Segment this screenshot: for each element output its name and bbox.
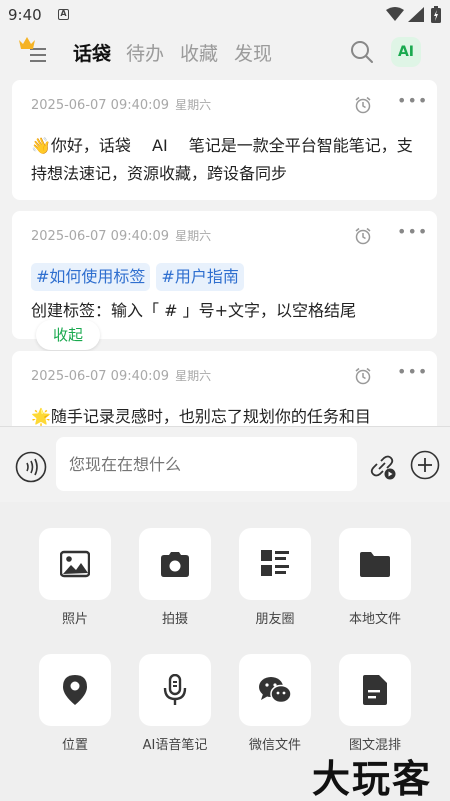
action-label: 本地文件	[348, 612, 401, 627]
action-label: AI语音笔记	[142, 738, 208, 753]
top-bar: 话袋 待办 收藏 发现 AI	[0, 30, 450, 74]
note-meta: 2025-06-07 09:40:09 星期六	[31, 227, 211, 244]
tag-how-to-use[interactable]: #如何使用标签	[31, 263, 151, 291]
note-content: #如何使用标签 #用户指南 创建标签：输入「 # 」号+文字，以空格结尾	[31, 263, 423, 325]
battery-icon	[431, 6, 441, 23]
voice-input-icon[interactable]	[15, 451, 47, 483]
crown-icon	[19, 37, 35, 49]
tab-huadai[interactable]: 话袋	[73, 39, 111, 66]
photo-icon	[60, 550, 90, 578]
note-content: 🌟随手记录灵感时，也别忘了规划你的任务和目	[31, 407, 371, 426]
note-weekday: 星期六	[175, 369, 212, 383]
action-label: 位置	[61, 738, 88, 753]
ai-button[interactable]: AI	[391, 37, 421, 67]
tab-todo[interactable]: 待办	[126, 39, 164, 66]
wifi-icon	[386, 7, 404, 21]
collapse-button[interactable]: 收起	[36, 320, 100, 350]
watermark: 大玩客	[312, 756, 433, 801]
tag-list: #如何使用标签 #用户指南	[31, 263, 423, 291]
note-card[interactable]: 2025-06-07 09:40:09 星期六 ••• 👋你好，话袋 AI 笔记是…	[12, 80, 437, 200]
note-weekday: 星期六	[175, 229, 212, 243]
composer-bar	[0, 426, 450, 502]
status-time: 9:40	[8, 6, 42, 24]
action-wechat-files[interactable]: 微信文件	[225, 654, 325, 753]
note-meta: 2025-06-07 09:40:09 星期六	[31, 367, 211, 384]
notes-feed: 2025-06-07 09:40:09 星期六 ••• 👋你好，话袋 AI 笔记是…	[0, 74, 450, 426]
more-options-icon[interactable]: •••	[397, 364, 428, 380]
location-icon	[63, 675, 87, 705]
note-date: 2025-06-07 09:40:09	[31, 229, 170, 244]
action-ai-voice-note[interactable]: AI语音笔记	[125, 654, 225, 753]
plus-icon[interactable]	[410, 450, 440, 480]
status-bar: 9:40 A	[0, 0, 450, 30]
alarm-icon[interactable]	[354, 367, 372, 385]
note-content: 👋你好，话袋 AI 笔记是一款全平台智能笔记，支持想法速记，资源收藏，跨设备同步	[31, 136, 413, 183]
camera-icon	[161, 552, 189, 577]
action-photo[interactable]: 照片	[25, 528, 125, 627]
signal-icon	[408, 7, 424, 22]
folder-icon	[360, 552, 390, 577]
action-local-files[interactable]: 本地文件	[325, 528, 425, 627]
note-card[interactable]: 2025-06-07 09:40:09 星期六 ••• 🌟随手记录灵感时，也别忘了…	[12, 351, 437, 426]
action-rich-text[interactable]: 图文混排	[325, 654, 425, 753]
note-date: 2025-06-07 09:40:09	[31, 98, 170, 113]
wechat-icon	[259, 677, 292, 704]
moments-icon	[261, 550, 289, 576]
note-meta: 2025-06-07 09:40:09 星期六	[31, 96, 211, 113]
more-options-icon[interactable]: •••	[397, 93, 428, 109]
alarm-icon[interactable]	[354, 227, 372, 245]
tag-user-guide[interactable]: #用户指南	[156, 263, 244, 291]
alarm-icon[interactable]	[354, 96, 372, 114]
action-camera[interactable]: 拍摄	[125, 528, 225, 627]
action-location[interactable]: 位置	[25, 654, 125, 753]
document-icon	[363, 675, 387, 705]
action-moments[interactable]: 朋友圈	[225, 528, 325, 627]
note-date: 2025-06-07 09:40:09	[31, 369, 170, 384]
link-icon[interactable]	[367, 451, 397, 481]
action-label: 拍摄	[161, 612, 188, 627]
note-input[interactable]	[56, 437, 357, 491]
search-icon[interactable]	[350, 40, 374, 64]
action-label: 照片	[61, 612, 88, 627]
action-label: 微信文件	[248, 738, 301, 753]
notification-a-icon: A	[58, 9, 69, 20]
tab-favorites[interactable]: 收藏	[180, 39, 218, 66]
tab-discover[interactable]: 发现	[234, 39, 272, 66]
microphone-icon	[163, 674, 187, 705]
note-weekday: 星期六	[175, 98, 212, 112]
more-options-icon[interactable]: •••	[397, 224, 428, 240]
action-label: 朋友圈	[255, 612, 295, 627]
